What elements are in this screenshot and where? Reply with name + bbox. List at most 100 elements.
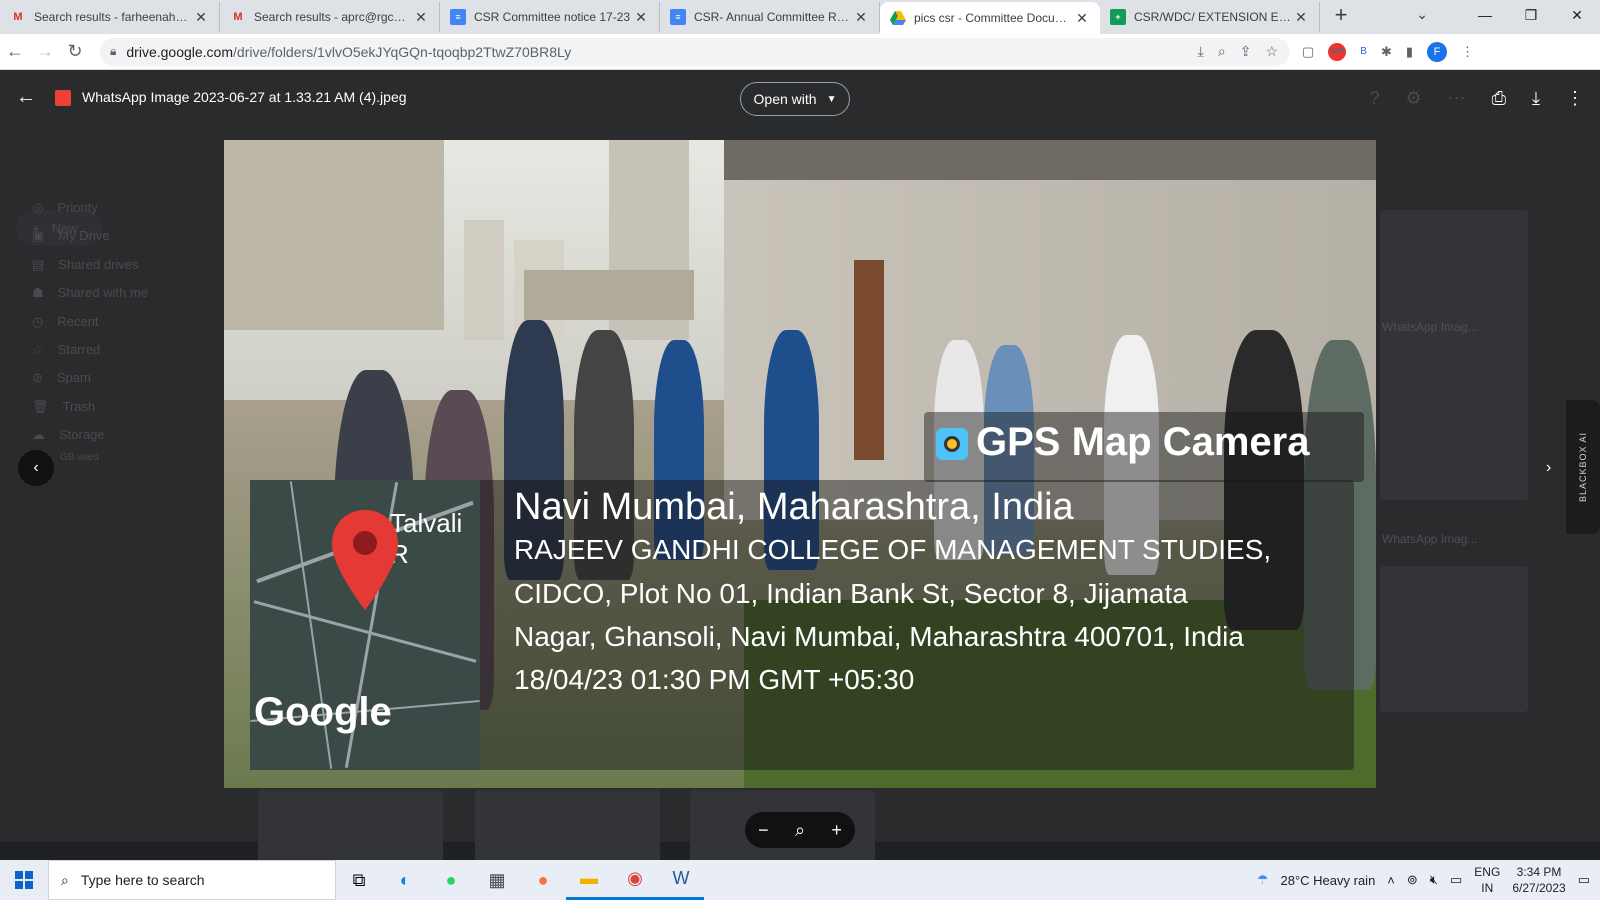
- bookmark-star-icon[interactable]: ☆: [1265, 43, 1278, 60]
- close-tab-icon[interactable]: ✕: [193, 9, 209, 26]
- notifications-icon[interactable]: ▭: [1578, 872, 1590, 888]
- new-tab-button[interactable]: +: [1326, 2, 1356, 28]
- back-icon[interactable]: ←: [0, 37, 30, 67]
- photo-timestamp: 18/04/23 01:30 PM GMT +05:30: [514, 664, 915, 695]
- extension-icon[interactable]: ▢: [1302, 44, 1314, 60]
- next-image-button[interactable]: ›: [1546, 450, 1566, 486]
- sidebar-label: Trash: [62, 399, 96, 414]
- chrome-icon[interactable]: ◉: [612, 860, 658, 900]
- firefox-icon[interactable]: ●: [520, 860, 566, 900]
- store-icon[interactable]: ▦: [474, 860, 520, 900]
- profile-avatar[interactable]: F: [1427, 41, 1448, 62]
- search-placeholder: Type here to search: [80, 872, 205, 888]
- lang-code: ENG: [1474, 865, 1501, 879]
- gmail-icon: M: [13, 11, 23, 23]
- close-viewer-back-icon[interactable]: ←: [16, 86, 36, 109]
- language-indicator[interactable]: ENG IN: [1474, 864, 1500, 896]
- tab-title: CSR- Annual Committee Report: [694, 10, 853, 24]
- task-view-icon[interactable]: ⧉: [336, 860, 382, 900]
- drive-icon: [890, 11, 906, 25]
- taskbar-search-input[interactable]: ⌕ Type here to search: [48, 860, 336, 900]
- puzzle-icon[interactable]: ✱: [1381, 44, 1392, 60]
- clock[interactable]: 3:34 PM 6/27/2023: [1512, 864, 1565, 896]
- map-thumbnail: Talvali R Google: [250, 480, 480, 770]
- browser-toolbar: ← → ↻ 🔒︎ drive.google.com /drive/folders…: [0, 34, 1600, 70]
- sidebar-label: My Drive: [58, 228, 110, 243]
- tab-search-icon[interactable]: ⌄: [1416, 6, 1428, 23]
- bg-card-title: WhatsApp Imag...: [1382, 320, 1478, 334]
- more-options-icon[interactable]: ⋮: [1566, 88, 1584, 109]
- photo-building: [464, 220, 504, 340]
- chevron-right-icon: ›: [1546, 459, 1552, 476]
- tab-sheets[interactable]: + CSR/WDC/ EXTENSION EVENTS ✕: [1100, 2, 1320, 32]
- sidebar-item-shared-with-me: ☗ Shared with me: [32, 285, 148, 301]
- image-preview: GPS Map Camera Talvali R Google Navi Mum…: [224, 140, 1376, 788]
- print-icon[interactable]: ⎙: [1492, 88, 1506, 109]
- storage-note: GB used: [60, 452, 99, 463]
- viewer-actions: ? ⚙ ⋯ ⎙ ⤓ ⋮: [1369, 88, 1584, 109]
- zoom-in-icon[interactable]: +: [831, 820, 842, 841]
- sidebar-item-storage: ☁︎ Storage: [32, 427, 105, 443]
- bg-thumbnail: [1380, 210, 1528, 356]
- close-window-icon[interactable]: ✕: [1554, 0, 1600, 30]
- weather-icon: ☂: [1256, 872, 1269, 887]
- weather-text[interactable]: 28°C Heavy rain: [1281, 873, 1376, 888]
- url-host: drive.google.com: [126, 43, 234, 60]
- reload-icon[interactable]: ↻: [60, 37, 90, 67]
- share-icon[interactable]: ⇪: [1240, 43, 1252, 60]
- start-button[interactable]: [0, 860, 48, 900]
- address-line-3: Nagar, Ghansoli, Navi Mumbai, Maharashtr…: [514, 621, 1244, 652]
- tab-doc-1[interactable]: ≡ CSR Committee notice 17-23 ✕: [440, 2, 660, 32]
- address-bar[interactable]: 🔒︎ drive.google.com /drive/folders/1vlvO…: [100, 37, 1290, 66]
- google-map-logo: Google: [254, 690, 392, 734]
- close-tab-icon[interactable]: ✕: [853, 9, 869, 26]
- help-icon: ?: [1369, 88, 1380, 108]
- open-with-button[interactable]: Open with ▼: [740, 82, 850, 116]
- close-tab-icon[interactable]: ✕: [1293, 9, 1309, 26]
- volume-muted-icon[interactable]: 🔇︎: [1430, 872, 1438, 888]
- sidepanel-icon[interactable]: ▮: [1406, 44, 1413, 60]
- tab-gmail-1[interactable]: M Search results - farheenahmad ✕: [0, 2, 220, 32]
- shared-drive-icon: ▤: [32, 257, 45, 272]
- tab-doc-2[interactable]: ≡ CSR- Annual Committee Report ✕: [660, 2, 880, 32]
- trash-icon: 🗑︎: [32, 399, 49, 414]
- apps-grid-icon: ⋯: [1447, 88, 1466, 108]
- tab-drive-active[interactable]: pics csr - Committee Documents ✕: [880, 2, 1100, 34]
- edge-icon[interactable]: ◐: [382, 860, 428, 900]
- download-icon[interactable]: ⤓: [1532, 88, 1540, 109]
- blackbox-ai-panel[interactable]: BLACKBOX AI: [1566, 400, 1600, 534]
- whatsapp-icon[interactable]: ●: [428, 860, 474, 900]
- restore-icon[interactable]: ❐: [1508, 0, 1554, 30]
- monitor-icon[interactable]: ▭: [1450, 872, 1462, 888]
- close-tab-icon[interactable]: ✕: [413, 9, 429, 26]
- word-icon[interactable]: W: [658, 860, 704, 900]
- forward-icon[interactable]: →: [30, 37, 60, 67]
- url-path: /drive/folders/1vlvO5ekJYqGQn-tqoqbp2Ttw…: [233, 43, 572, 60]
- zoom-icon[interactable]: ⌕: [1218, 43, 1226, 60]
- sidebar-item-my-drive: ▣ My Drive: [32, 228, 110, 244]
- menu-kebab-icon[interactable]: ⋮: [1461, 44, 1474, 60]
- close-tab-icon[interactable]: ✕: [1074, 10, 1090, 27]
- photo-door: [854, 260, 884, 460]
- file-explorer-icon[interactable]: ▬: [566, 860, 612, 900]
- map-pin-icon: [332, 510, 398, 610]
- install-icon[interactable]: ⤓: [1198, 43, 1204, 60]
- extension-b-icon[interactable]: B: [1360, 46, 1367, 57]
- tab-gmail-2[interactable]: M Search results - aprc@rgcms.ac ✕: [220, 2, 440, 32]
- zoom-controls: − ⌕ +: [745, 812, 855, 848]
- search-icon: ⌕: [61, 871, 69, 888]
- close-tab-icon[interactable]: ✕: [633, 9, 649, 26]
- network-icon[interactable]: ⊚: [1407, 872, 1418, 888]
- image-file-icon: [55, 90, 71, 106]
- cloud-icon: ☁︎: [32, 427, 45, 442]
- sidebar-label: Priority: [57, 200, 98, 215]
- adblock-icon[interactable]: ABP: [1328, 42, 1347, 61]
- sidebar-item-starred: ☆ Starred: [32, 342, 100, 358]
- sidebar-label: Shared with me: [57, 285, 148, 300]
- previous-image-button[interactable]: ‹: [18, 450, 54, 486]
- zoom-out-icon[interactable]: −: [758, 820, 769, 841]
- photo-roof: [724, 140, 1376, 180]
- zoom-magnifier-icon[interactable]: ⌕: [795, 820, 805, 841]
- minimize-icon[interactable]: —: [1462, 0, 1508, 30]
- tray-overflow-icon[interactable]: ˄: [1387, 873, 1395, 888]
